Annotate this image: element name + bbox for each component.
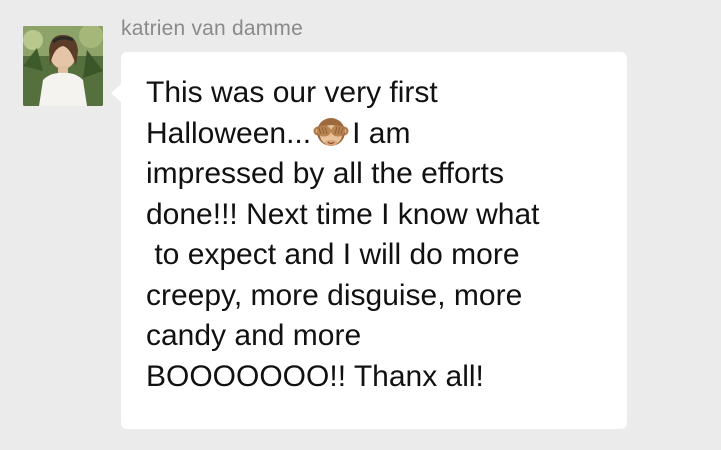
message-text: This was our very first Halloween... I a… (146, 73, 616, 397)
see-no-evil-monkey-icon (313, 114, 349, 150)
message-line-part: Halloween... (146, 116, 312, 150)
profile-photo-icon (23, 26, 103, 106)
message-line-part: I am (352, 116, 411, 150)
message-line: Halloween... I am (146, 114, 616, 155)
sender-name[interactable]: katrien van damme (121, 17, 303, 41)
message-line: done!!! Next time I know what (146, 197, 540, 231)
message-line: This was our very first (146, 76, 438, 109)
message-line: BOOOOOOO!! Thanx all! (146, 359, 484, 393)
message-line: to expect and I will do more (146, 238, 520, 271)
avatar[interactable] (23, 26, 103, 106)
message-line: candy and more (146, 319, 362, 352)
message-line: impressed by all the efforts (146, 157, 504, 190)
message-line: creepy, more disguise, more (146, 278, 523, 312)
